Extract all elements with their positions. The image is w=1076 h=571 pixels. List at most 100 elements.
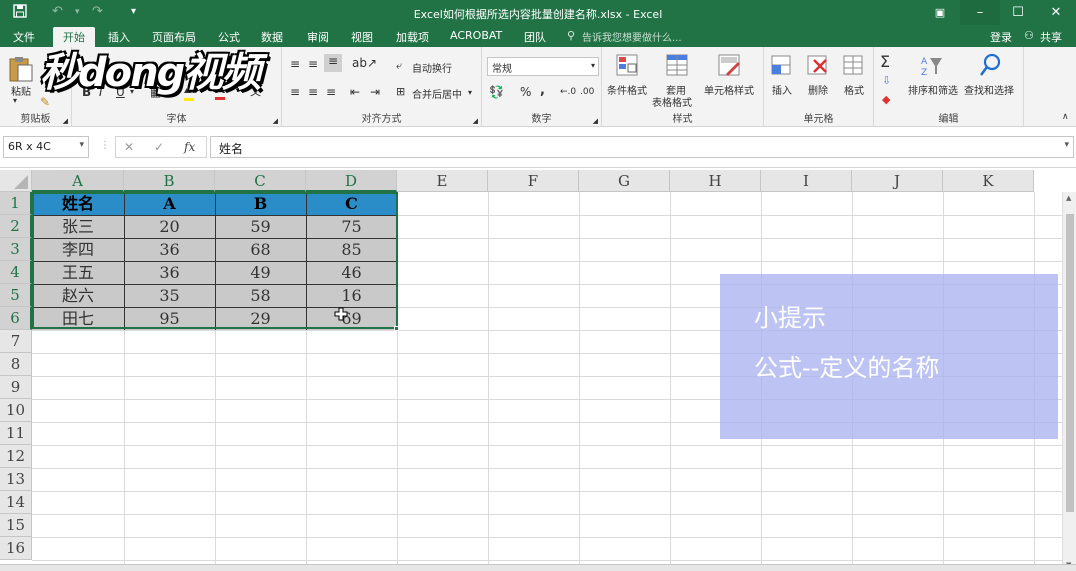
name-box-dropdown-icon[interactable]: ▾ xyxy=(79,140,84,150)
row-header-3[interactable]: 3 xyxy=(0,238,32,261)
decrease-decimal-button[interactable]: .00 xyxy=(580,87,594,97)
maximize-button[interactable]: ☐ xyxy=(998,0,1038,25)
svg-text:A: A xyxy=(921,57,928,67)
increase-indent-icon[interactable]: ⇥ xyxy=(370,85,380,99)
name-box[interactable]: 6R x 4C ▾ xyxy=(3,136,89,158)
alignment-launcher-icon[interactable]: ◢ xyxy=(473,117,478,125)
column-header-a[interactable]: A xyxy=(32,170,124,192)
column-header-f[interactable]: F xyxy=(488,170,579,192)
minimize-button[interactable]: – xyxy=(960,0,1000,25)
cell-styles-button[interactable]: 单元格样式 xyxy=(704,82,754,97)
find-select-button[interactable]: 查找和选择 xyxy=(964,82,1014,97)
paste-icon[interactable] xyxy=(8,55,34,83)
insert-function-button[interactable]: fx xyxy=(184,140,195,154)
close-button[interactable]: ✕ xyxy=(1036,0,1076,25)
row-header-10[interactable]: 10 xyxy=(0,399,32,422)
increase-decimal-button[interactable]: ←.0 xyxy=(560,87,576,97)
clipboard-launcher-icon[interactable]: ◢ xyxy=(63,117,68,125)
format-cells-icon xyxy=(843,55,863,75)
number-launcher-icon[interactable]: ◢ xyxy=(593,117,598,125)
tab-review[interactable]: 审阅 xyxy=(307,29,329,45)
column-header-k[interactable]: K xyxy=(943,170,1034,192)
grid-horizontal-line xyxy=(32,468,1062,469)
column-header-d[interactable]: D xyxy=(306,170,397,192)
row-header-14[interactable]: 14 xyxy=(0,491,32,514)
merge-center-button[interactable]: 合并后居中 xyxy=(412,86,462,101)
tab-data[interactable]: 数据 xyxy=(261,29,283,45)
share-button[interactable]: 共享 xyxy=(1040,29,1062,45)
row-header-9[interactable]: 9 xyxy=(0,376,32,399)
row-header-12[interactable]: 12 xyxy=(0,445,32,468)
tab-team[interactable]: 团队 xyxy=(524,29,546,45)
cells-label: 单元格 xyxy=(803,114,834,125)
row-header-4[interactable]: 4 xyxy=(0,261,32,284)
fill-icon[interactable]: ⇩ xyxy=(882,74,891,87)
scroll-up-icon[interactable]: ▲ xyxy=(1066,194,1071,202)
align-right-icon[interactable]: ≡ xyxy=(326,85,336,99)
align-bottom-icon[interactable]: ≡ xyxy=(324,54,342,72)
decrease-indent-icon[interactable]: ⇤ xyxy=(350,85,360,99)
format-button[interactable]: 格式 xyxy=(844,82,864,97)
align-middle-icon[interactable]: ≡ xyxy=(308,57,318,71)
column-header-i[interactable]: I xyxy=(761,170,852,192)
format-as-table-label-2[interactable]: 表格格式 xyxy=(652,94,692,109)
tab-addins[interactable]: 加载项 xyxy=(396,29,429,45)
formula-bar-grip-icon: ⋮ xyxy=(100,140,110,151)
vertical-scrollbar[interactable]: ▲ ▼ xyxy=(1062,192,1076,571)
percent-button[interactable]: % xyxy=(520,85,531,99)
comma-button[interactable]: , xyxy=(540,83,545,98)
row-header-8[interactable]: 8 xyxy=(0,353,32,376)
row-header-11[interactable]: 11 xyxy=(0,422,32,445)
vertical-scroll-thumb[interactable] xyxy=(1066,214,1074,512)
column-header-e[interactable]: E xyxy=(397,170,488,192)
insert-button[interactable]: 插入 xyxy=(772,82,792,97)
row-header-2[interactable]: 2 xyxy=(0,215,32,238)
select-all-button[interactable] xyxy=(0,170,32,192)
row-header-5[interactable]: 5 xyxy=(0,284,32,307)
sort-filter-button[interactable]: 排序和筛选 xyxy=(908,82,958,97)
clipboard-label: 剪贴板 xyxy=(20,114,51,125)
align-left-icon[interactable]: ≡ xyxy=(290,85,300,99)
enter-button[interactable]: ✓ xyxy=(154,140,164,154)
row-header-15[interactable]: 15 xyxy=(0,514,32,537)
tab-view[interactable]: 视图 xyxy=(351,29,373,45)
worksheet-grid[interactable]: ABCDEFGHIJK 1 2 3 4 5 6 7 8 9 10 11 12 13 14 15 16 姓名 A B… xyxy=(0,168,1076,571)
grid-horizontal-line xyxy=(32,491,1062,492)
expand-formula-bar-icon[interactable]: ▾ xyxy=(1064,140,1069,150)
align-top-icon[interactable]: ≡ xyxy=(290,57,300,71)
sheet-tabs-bar xyxy=(0,564,1076,571)
delete-button[interactable]: 删除 xyxy=(808,82,828,97)
align-center-icon[interactable]: ≡ xyxy=(308,85,318,99)
editing-group: Σ ⇩ ◆ AZ 排序和筛选 查找和选择 编辑 xyxy=(874,47,1024,127)
conditional-format-button[interactable]: 条件格式 xyxy=(607,82,647,97)
autosum-button[interactable]: Σ xyxy=(880,52,890,71)
row-header-1[interactable]: 1 xyxy=(0,192,32,215)
tab-acrobat[interactable]: ACROBAT xyxy=(450,29,502,42)
ribbon-display-options-icon[interactable]: ▣ xyxy=(920,0,960,25)
row-header-6[interactable]: 6 xyxy=(0,307,32,330)
sign-in-link[interactable]: 登录 xyxy=(990,29,1012,45)
font-launcher-icon[interactable]: ◢ xyxy=(273,117,278,125)
wrap-text-button[interactable]: 自动换行 xyxy=(412,60,452,75)
row-header-16[interactable]: 16 xyxy=(0,537,32,560)
merge-dropdown-icon[interactable]: ▾ xyxy=(468,88,472,97)
tab-file[interactable]: 文件 xyxy=(13,29,35,45)
collapse-ribbon-icon[interactable]: ∧ xyxy=(1062,112,1069,122)
column-header-h[interactable]: H xyxy=(670,170,761,192)
currency-icon[interactable]: 💱 xyxy=(489,85,504,99)
paste-dropdown-icon[interactable]: ▾ xyxy=(13,96,17,105)
clear-icon[interactable]: ◆ xyxy=(882,93,890,106)
orientation-icon[interactable]: ab↗ xyxy=(352,56,377,70)
insert-cells-icon xyxy=(771,55,791,75)
tell-me-input[interactable]: 告诉我您想要做什么... xyxy=(582,29,682,44)
column-header-c[interactable]: C xyxy=(215,170,306,192)
cancel-entry-button[interactable]: ✕ xyxy=(124,140,134,154)
column-header-g[interactable]: G xyxy=(579,170,670,192)
fill-handle[interactable] xyxy=(394,326,399,331)
number-format-select[interactable]: 常规 ▾ xyxy=(487,57,599,76)
row-header-13[interactable]: 13 xyxy=(0,468,32,491)
column-header-b[interactable]: B xyxy=(124,170,215,192)
formula-input[interactable]: 姓名 ▾ xyxy=(210,136,1074,158)
column-header-j[interactable]: J xyxy=(852,170,943,192)
row-header-7[interactable]: 7 xyxy=(0,330,32,353)
